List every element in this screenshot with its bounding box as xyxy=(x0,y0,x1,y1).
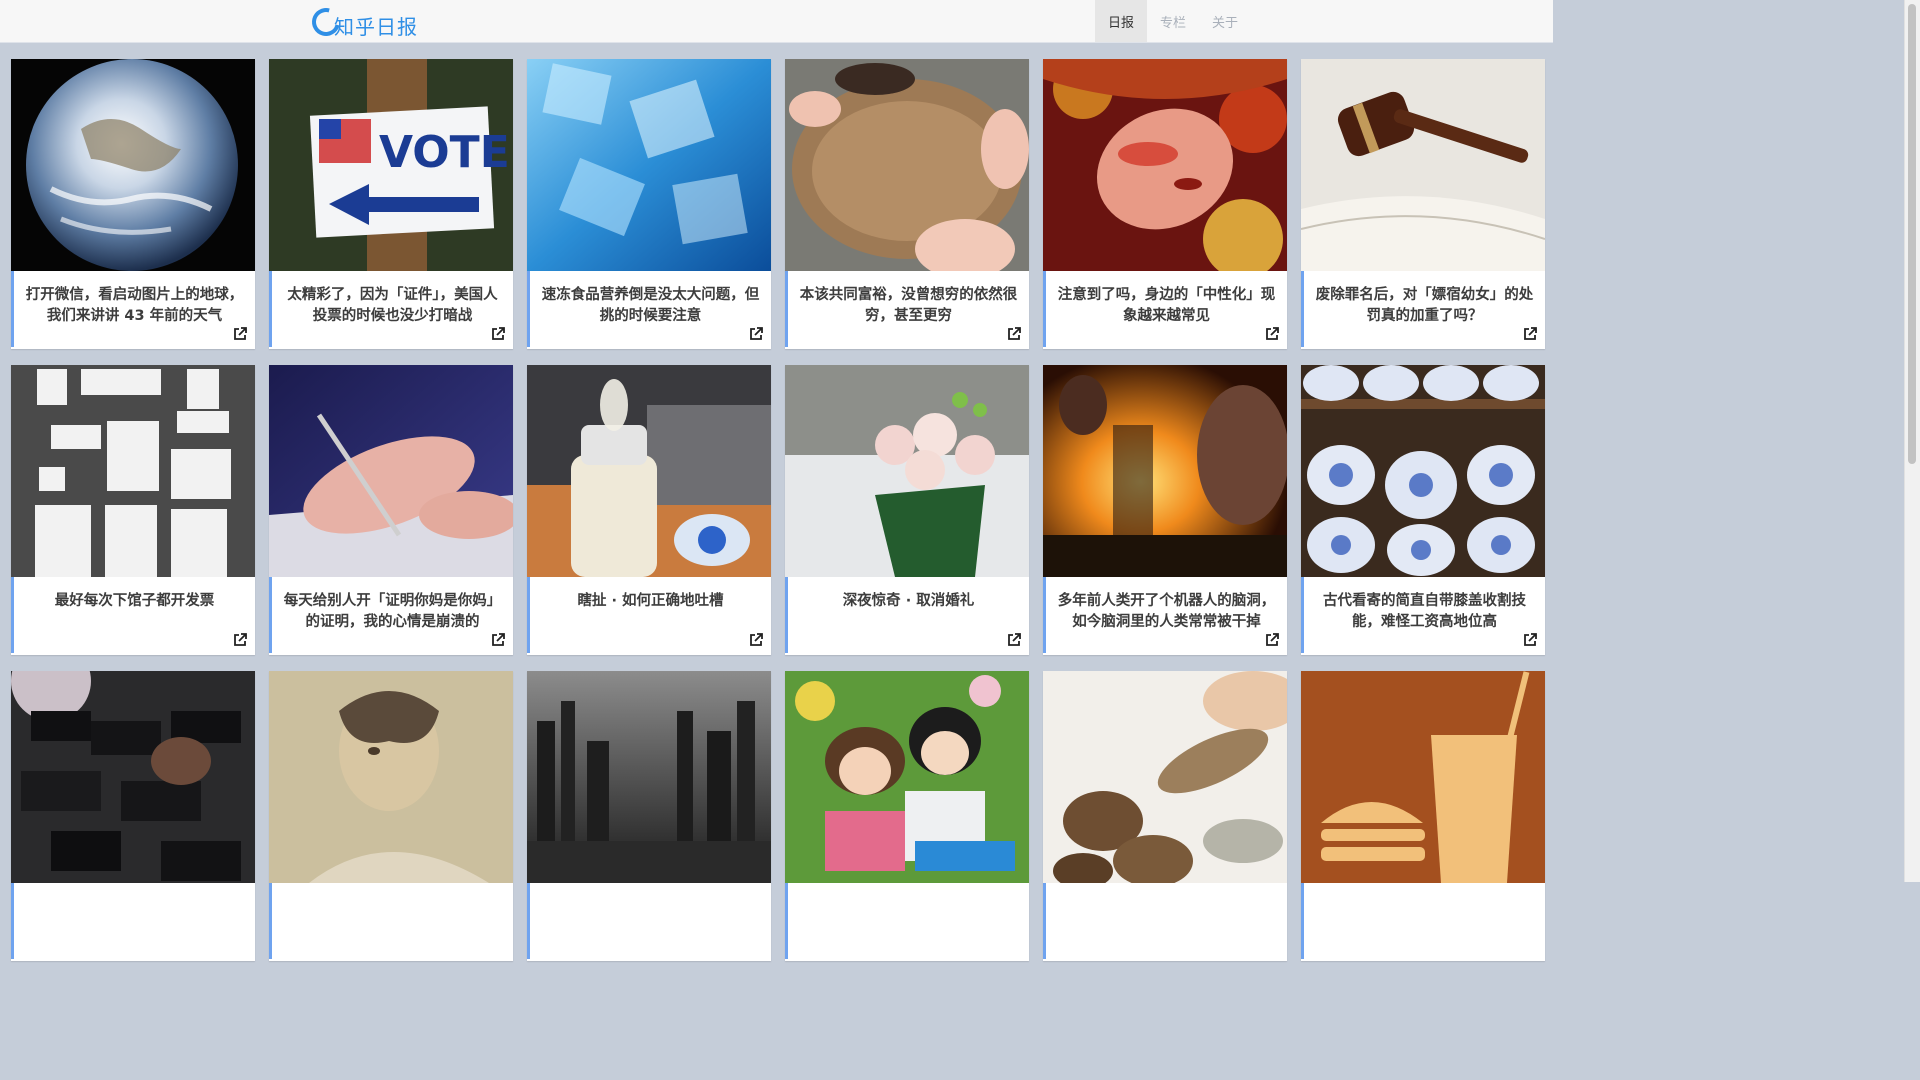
story-title xyxy=(1301,883,1545,959)
nav-about[interactable]: 关于 xyxy=(1199,0,1251,42)
external-link-icon[interactable] xyxy=(749,327,763,341)
story-title: 最好每次下馆子都开发票 xyxy=(11,577,255,653)
story-card[interactable]: 多年前人类开了个机器人的脑洞，如今脑洞里的人类常常被干掉 xyxy=(1043,365,1287,655)
external-link-icon[interactable] xyxy=(1265,327,1279,341)
story-card[interactable]: 古代看寄的简直自带膝盖收割技能，难怪工资高地位高 xyxy=(1301,365,1545,655)
story-thumbnail-ruined-city xyxy=(527,671,771,883)
scrollbar-thumb[interactable] xyxy=(1908,4,1916,464)
story-grid: 打开微信，看启动图片上的地球，我们来讲讲 43 年前的天气 VOTE 太精彩了，… xyxy=(11,59,1545,961)
story-card[interactable]: 注意到了吗，身边的「中性化」现象越来越常见 xyxy=(1043,59,1287,349)
svg-text:VOTE: VOTE xyxy=(379,127,510,178)
story-card[interactable]: 打开微信，看启动图片上的地球，我们来讲讲 43 年前的天气 xyxy=(11,59,255,349)
story-card[interactable]: VOTE 太精彩了，因为「证件」，美国人投票的时候也没少打暗战 xyxy=(269,59,513,349)
story-title: 深夜惊奇 · 取消婚礼 xyxy=(785,577,1029,653)
story-thumbnail-receipts xyxy=(11,365,255,577)
story-title: 每天给别人开「证明你妈是你妈」的证明，我的心情是崩溃的 xyxy=(269,577,513,653)
story-card[interactable] xyxy=(1301,671,1545,961)
story-title: 瞎扯 · 如何正确地吐槽 xyxy=(527,577,771,653)
story-card[interactable]: 每天给别人开「证明你妈是你妈」的证明，我的心情是崩溃的 xyxy=(269,365,513,655)
story-thumbnail-empty-bowl xyxy=(785,59,1029,271)
story-thumbnail-porcelain xyxy=(1301,365,1545,577)
external-link-icon[interactable] xyxy=(1007,327,1021,341)
story-title: 太精彩了，因为「证件」，美国人投票的时候也没少打暗战 xyxy=(269,271,513,347)
story-thumbnail-gavel-book xyxy=(1301,59,1545,271)
story-thumbnail-dried-food xyxy=(1043,671,1287,883)
story-thumbnail-opera-face xyxy=(1043,59,1287,271)
story-title: 古代看寄的简直自带膝盖收割技能，难怪工资高地位高 xyxy=(1301,577,1545,653)
story-thumbnail-fast-food-icon xyxy=(1301,671,1545,883)
story-card[interactable] xyxy=(1043,671,1287,961)
story-card[interactable] xyxy=(527,671,771,961)
page-scrollbar[interactable] xyxy=(1904,0,1920,882)
story-card[interactable]: 最好每次下馆子都开发票 xyxy=(11,365,255,655)
nav-columns[interactable]: 专栏 xyxy=(1147,0,1199,42)
story-card[interactable] xyxy=(11,671,255,961)
story-thumbnail-portrait-sketch xyxy=(269,671,513,883)
external-link-icon[interactable] xyxy=(1265,633,1279,647)
external-link-icon[interactable] xyxy=(491,327,505,341)
story-thumbnail-terminator xyxy=(1043,365,1287,577)
nav-daily[interactable]: 日报 xyxy=(1094,0,1147,42)
story-title xyxy=(527,883,771,959)
story-title: 速冻食品营养倒是没太大问题，但挑的时候要注意 xyxy=(527,271,771,347)
story-title: 打开微信，看启动图片上的地球，我们来讲讲 43 年前的天气 xyxy=(11,271,255,347)
external-link-icon[interactable] xyxy=(749,633,763,647)
story-title xyxy=(1043,883,1287,959)
story-title: 本该共同富裕，没曾想穷的依然很穷，甚至更穷 xyxy=(785,271,1029,347)
story-card[interactable] xyxy=(785,671,1029,961)
story-thumbnail-flowers xyxy=(785,365,1029,577)
story-card[interactable]: 废除罪名后，对「嫖宿幼女」的处罚真的加重了吗？ xyxy=(1301,59,1545,349)
external-link-icon[interactable] xyxy=(1523,633,1537,647)
external-link-icon[interactable] xyxy=(1007,633,1021,647)
story-title: 多年前人类开了个机器人的脑洞，如今脑洞里的人类常常被干掉 xyxy=(1043,577,1287,653)
story-title: 注意到了吗，身边的「中性化」现象越来越常见 xyxy=(1043,271,1287,347)
external-link-icon[interactable] xyxy=(491,633,505,647)
story-thumbnail-vote-sign: VOTE xyxy=(269,59,513,271)
story-card[interactable]: 本该共同富裕，没曾想穷的依然很穷，甚至更穷 xyxy=(785,59,1029,349)
external-link-icon[interactable] xyxy=(233,327,247,341)
story-title xyxy=(11,883,255,959)
story-thumbnail-anime-kids xyxy=(785,671,1029,883)
story-title xyxy=(269,883,513,959)
story-title: 废除罪名后，对「嫖宿幼女」的处罚真的加重了吗？ xyxy=(1301,271,1545,347)
story-card[interactable]: 瞎扯 · 如何正确地吐槽 xyxy=(527,365,771,655)
zhihu-daily-logo[interactable]: 知乎日报 xyxy=(312,4,418,39)
external-link-icon[interactable] xyxy=(1523,327,1537,341)
story-thumbnail-ice-cubes xyxy=(527,59,771,271)
story-card[interactable]: 深夜惊奇 · 取消婚礼 xyxy=(785,365,1029,655)
logo-text: 知乎日报 xyxy=(334,14,418,39)
story-card[interactable]: 速冻食品营养倒是没太大问题，但挑的时候要注意 xyxy=(527,59,771,349)
story-thumbnail-baby-bottle xyxy=(527,365,771,577)
story-card[interactable] xyxy=(269,671,513,961)
top-navigation-bar: 知乎日报 日报 专栏 关于 xyxy=(0,0,1553,43)
story-thumbnail-press-cameras xyxy=(11,671,255,883)
story-thumbnail-writing-hand xyxy=(269,365,513,577)
external-link-icon[interactable] xyxy=(233,633,247,647)
main-nav: 日报 专栏 关于 xyxy=(1094,0,1251,42)
story-title xyxy=(785,883,1029,959)
story-thumbnail-earth xyxy=(11,59,255,271)
